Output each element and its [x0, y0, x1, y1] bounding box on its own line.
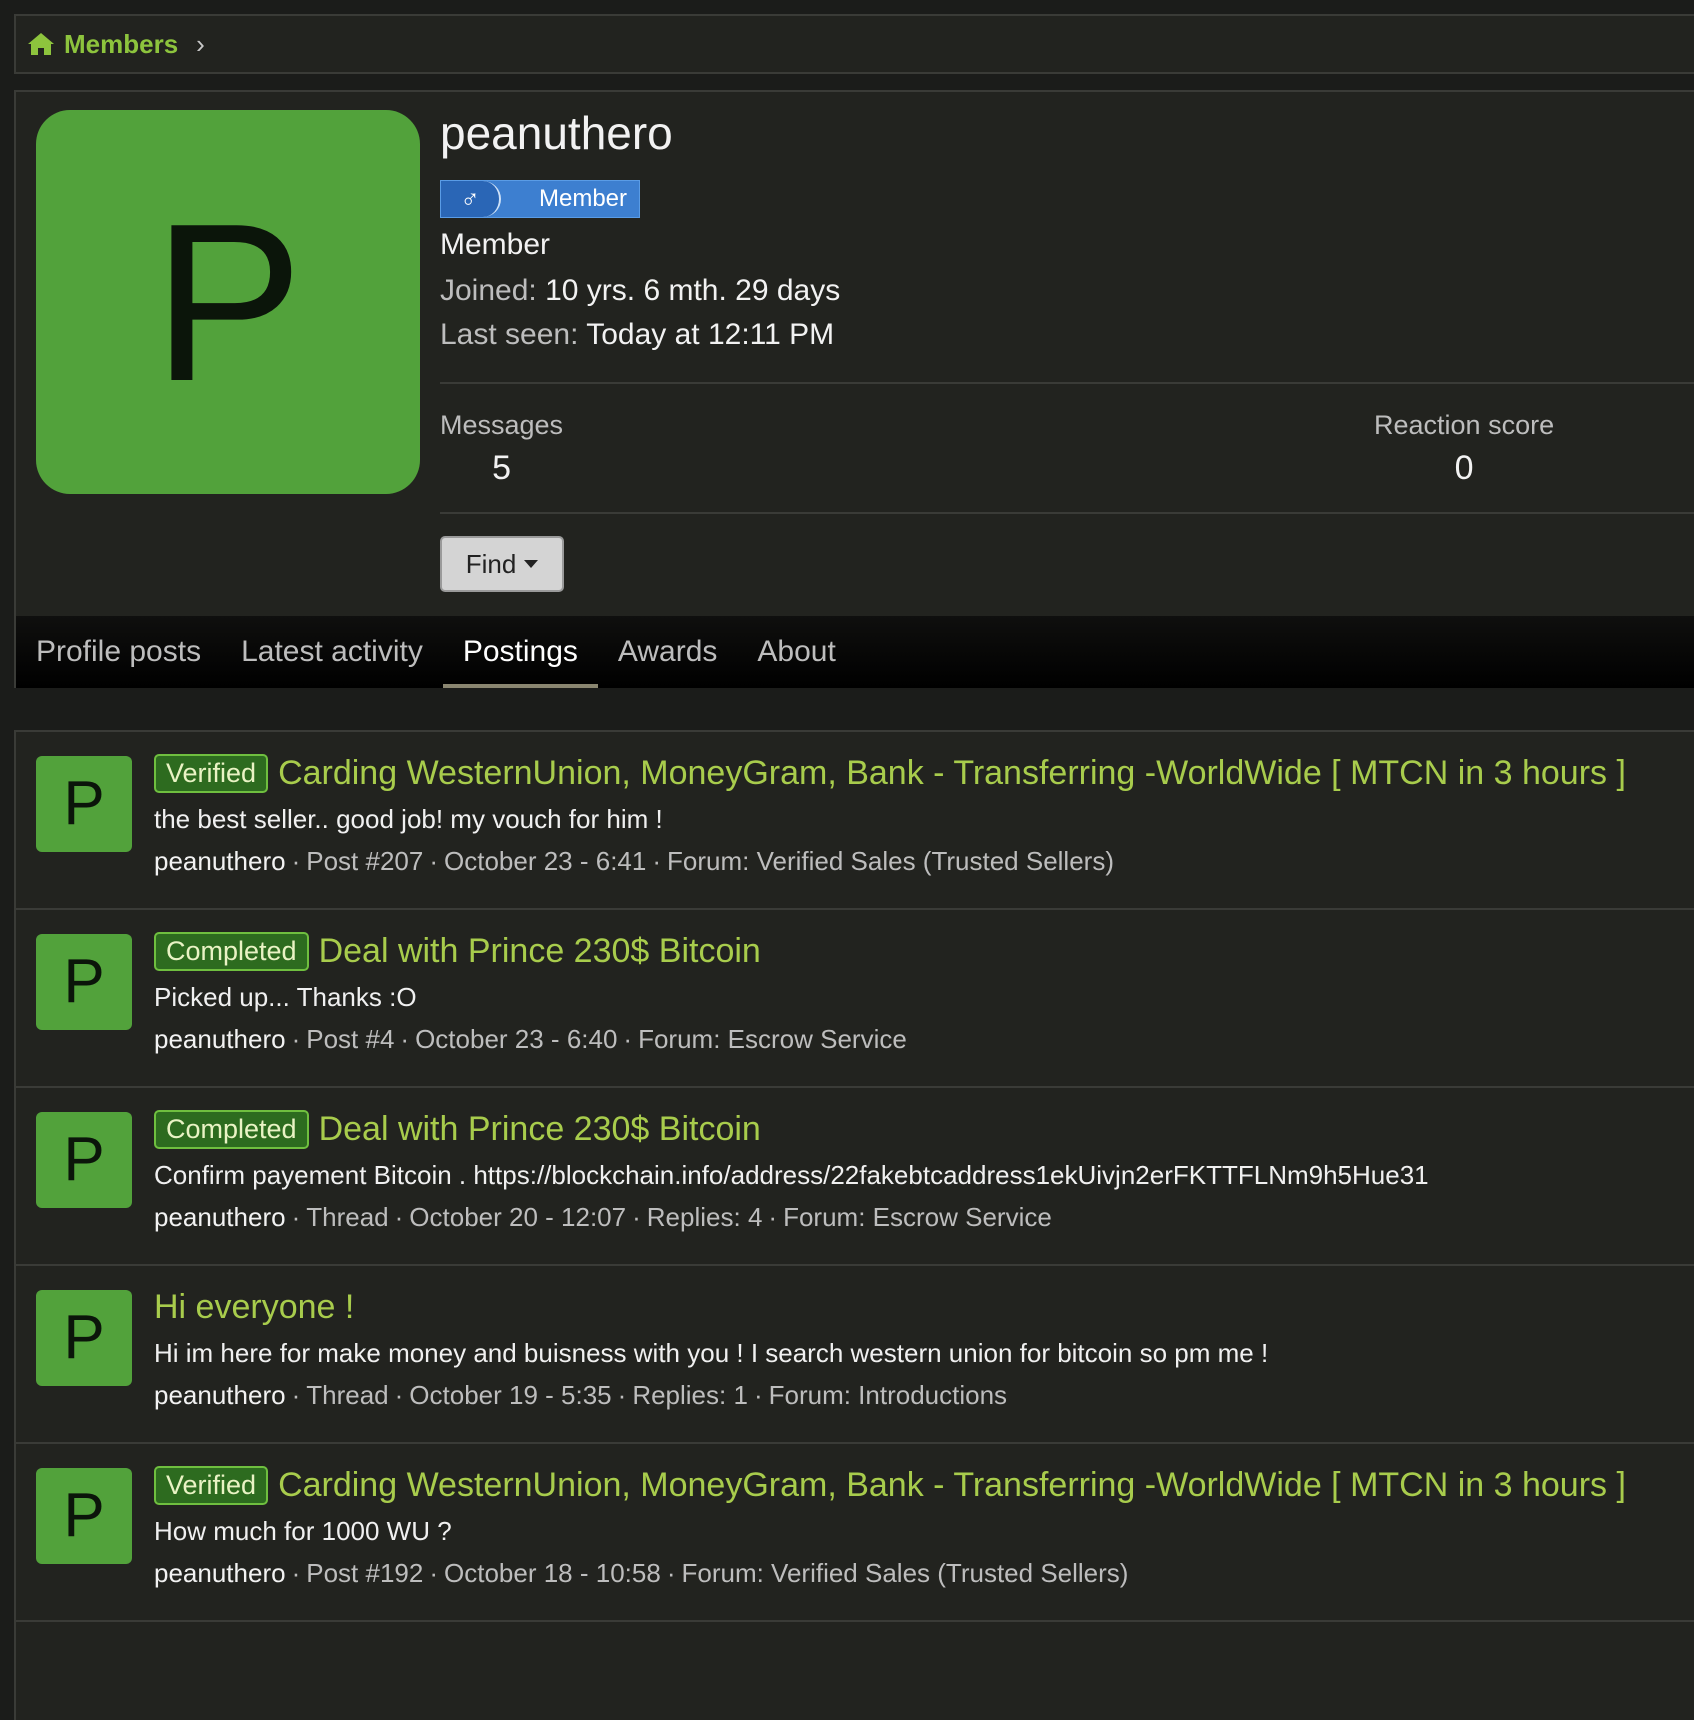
- user-banner: ♂ Member: [440, 180, 640, 218]
- list-item: P Completed Deal with Prince 230$ Bitcoi…: [16, 1088, 1694, 1266]
- avatar-letter: P: [63, 1125, 105, 1194]
- item-user[interactable]: peanuthero: [154, 1024, 286, 1054]
- avatar-letter: P: [63, 769, 105, 838]
- item-title: Verified Carding WesternUnion, MoneyGram…: [154, 754, 1626, 793]
- find-label: Find: [465, 548, 517, 579]
- item-forum[interactable]: Forum: Escrow Service: [638, 1024, 907, 1054]
- joined-info: Joined: 10 yrs. 6 mth. 29 days: [440, 274, 840, 308]
- messages-label: Messages: [440, 410, 564, 440]
- breadcrumb: Members ›: [14, 14, 1694, 74]
- item-meta: peanuthero · Post #192 · October 18 - 10:58 ·…: [154, 1558, 1129, 1588]
- prefix-label: Completed: [154, 1110, 309, 1149]
- divider: [440, 512, 1694, 514]
- avatar-letter: P: [63, 1481, 105, 1550]
- item-snippet: Hi im here for make money and buisness w…: [154, 1338, 1269, 1368]
- item-type: Thread: [306, 1380, 389, 1410]
- reaction-score-label: Reaction score: [1374, 410, 1555, 440]
- list-item: P Completed Deal with Prince 230$ Bitcoi…: [16, 910, 1694, 1088]
- list-item: P Verified Carding WesternUnion, MoneyGr…: [16, 1444, 1694, 1622]
- avatar[interactable]: P: [36, 110, 420, 494]
- avatar-letter: P: [63, 1303, 105, 1372]
- item-title-link[interactable]: Carding WesternUnion, MoneyGram, Bank - …: [278, 1466, 1626, 1505]
- tab-latest-activity[interactable]: Latest activity: [221, 616, 443, 688]
- avatar[interactable]: P: [36, 1468, 132, 1564]
- item-title-link[interactable]: Deal with Prince 230$ Bitcoin: [319, 1110, 761, 1149]
- last-seen-value: Today at 12:11 PM: [586, 318, 835, 351]
- banner-text: Member: [539, 185, 628, 212]
- reaction-score-value[interactable]: 0: [1374, 449, 1554, 488]
- item-user[interactable]: peanuthero: [154, 1380, 286, 1410]
- item-snippet: the best seller.. good job! my vouch for…: [154, 804, 663, 834]
- item-date[interactable]: October 18 - 10:58: [444, 1558, 661, 1588]
- last-seen-label: Last seen:: [440, 318, 579, 351]
- avatar-letter: P: [152, 175, 304, 428]
- profile-tabs: Profile posts Latest activity Postings A…: [16, 616, 1694, 688]
- home-icon[interactable]: [26, 29, 56, 59]
- prefix-label: Verified: [154, 754, 269, 793]
- item-user[interactable]: peanuthero: [154, 1558, 286, 1588]
- item-forum[interactable]: Forum: Verified Sales (Trusted Sellers): [681, 1558, 1128, 1588]
- item-meta: peanuthero · Thread · October 20 - 12:07 · Rep…: [154, 1202, 1052, 1232]
- item-date[interactable]: October 19 - 5:35: [409, 1380, 611, 1410]
- item-date[interactable]: October 20 - 12:07: [409, 1202, 626, 1232]
- male-icon: ♂: [441, 181, 501, 217]
- item-user[interactable]: peanuthero: [154, 846, 286, 876]
- caret-down-icon: [524, 560, 539, 568]
- avatar[interactable]: P: [36, 1290, 132, 1386]
- item-type: Thread: [306, 1202, 389, 1232]
- list-item: P Hi everyone ! Hi im here for make mone…: [16, 1266, 1694, 1444]
- item-title-link[interactable]: Carding WesternUnion, MoneyGram, Bank - …: [278, 754, 1626, 793]
- username[interactable]: peanuthero: [440, 106, 673, 160]
- item-meta: peanuthero · Post #4 · October 23 - 6:40 · For…: [154, 1024, 907, 1054]
- item-replies: Replies: 4: [646, 1202, 763, 1232]
- joined-label: Joined:: [440, 274, 537, 307]
- item-user[interactable]: peanuthero: [154, 1202, 286, 1232]
- tab-about[interactable]: About: [737, 616, 855, 688]
- item-title-link[interactable]: Deal with Prince 230$ Bitcoin: [319, 932, 761, 971]
- list-item: P Verified Carding WesternUnion, MoneyGr…: [16, 732, 1694, 910]
- messages-value[interactable]: 5: [440, 449, 563, 488]
- tab-profile-posts[interactable]: Profile posts: [16, 616, 221, 688]
- item-title: Completed Deal with Prince 230$ Bitcoin: [154, 1110, 761, 1149]
- item-snippet: How much for 1000 WU ?: [154, 1516, 452, 1546]
- item-post-number[interactable]: Post #192: [306, 1558, 423, 1588]
- item-post-number[interactable]: Post #4: [306, 1024, 394, 1054]
- tab-awards[interactable]: Awards: [598, 616, 738, 688]
- item-date[interactable]: October 23 - 6:41: [444, 846, 646, 876]
- item-replies: Replies: 1: [632, 1380, 748, 1410]
- item-title: Completed Deal with Prince 230$ Bitcoin: [154, 932, 761, 971]
- item-forum[interactable]: Forum: Escrow Service: [783, 1202, 1052, 1232]
- member-header: P peanuthero ♂ Member Member Joined: 10 …: [14, 90, 1694, 688]
- last-seen-info: Last seen: Today at 12:11 PM: [440, 318, 834, 352]
- avatar[interactable]: P: [36, 934, 132, 1030]
- prefix-label: Verified: [154, 1466, 269, 1505]
- postings-list: P Verified Carding WesternUnion, MoneyGr…: [14, 730, 1694, 1720]
- find-button[interactable]: Find: [440, 536, 564, 592]
- avatar[interactable]: P: [36, 756, 132, 852]
- joined-value: 10 yrs. 6 mth. 29 days: [545, 274, 841, 307]
- reaction-score-stat[interactable]: Reaction score 0: [1374, 410, 1554, 488]
- tab-postings[interactable]: Postings: [442, 616, 598, 688]
- divider: [440, 382, 1694, 384]
- item-title-link[interactable]: Hi everyone !: [154, 1288, 354, 1327]
- item-snippet: Picked up... Thanks :O: [154, 982, 417, 1012]
- avatar-letter: P: [63, 947, 105, 1016]
- prefix-label: Completed: [154, 932, 309, 971]
- item-title: Hi everyone !: [154, 1288, 354, 1327]
- user-title: Member: [440, 228, 551, 261]
- item-date[interactable]: October 23 - 6:40: [415, 1024, 617, 1054]
- item-title: Verified Carding WesternUnion, MoneyGram…: [154, 1466, 1626, 1505]
- item-snippet: Confirm payement Bitcoin . https://block…: [154, 1160, 1429, 1190]
- messages-stat[interactable]: Messages 5: [440, 410, 563, 488]
- item-forum[interactable]: Forum: Verified Sales (Trusted Sellers): [667, 846, 1114, 876]
- breadcrumb-members-link[interactable]: Members: [64, 29, 178, 60]
- avatar[interactable]: P: [36, 1112, 132, 1208]
- chevron-right-icon: ›: [196, 28, 205, 59]
- item-meta: peanuthero · Post #207 · October 23 - 6:41 · F…: [154, 846, 1114, 876]
- item-post-number[interactable]: Post #207: [306, 846, 423, 876]
- item-forum[interactable]: Forum: Introductions: [769, 1380, 1007, 1410]
- item-meta: peanuthero · Thread · October 19 - 5:35 · Repl…: [154, 1380, 1008, 1410]
